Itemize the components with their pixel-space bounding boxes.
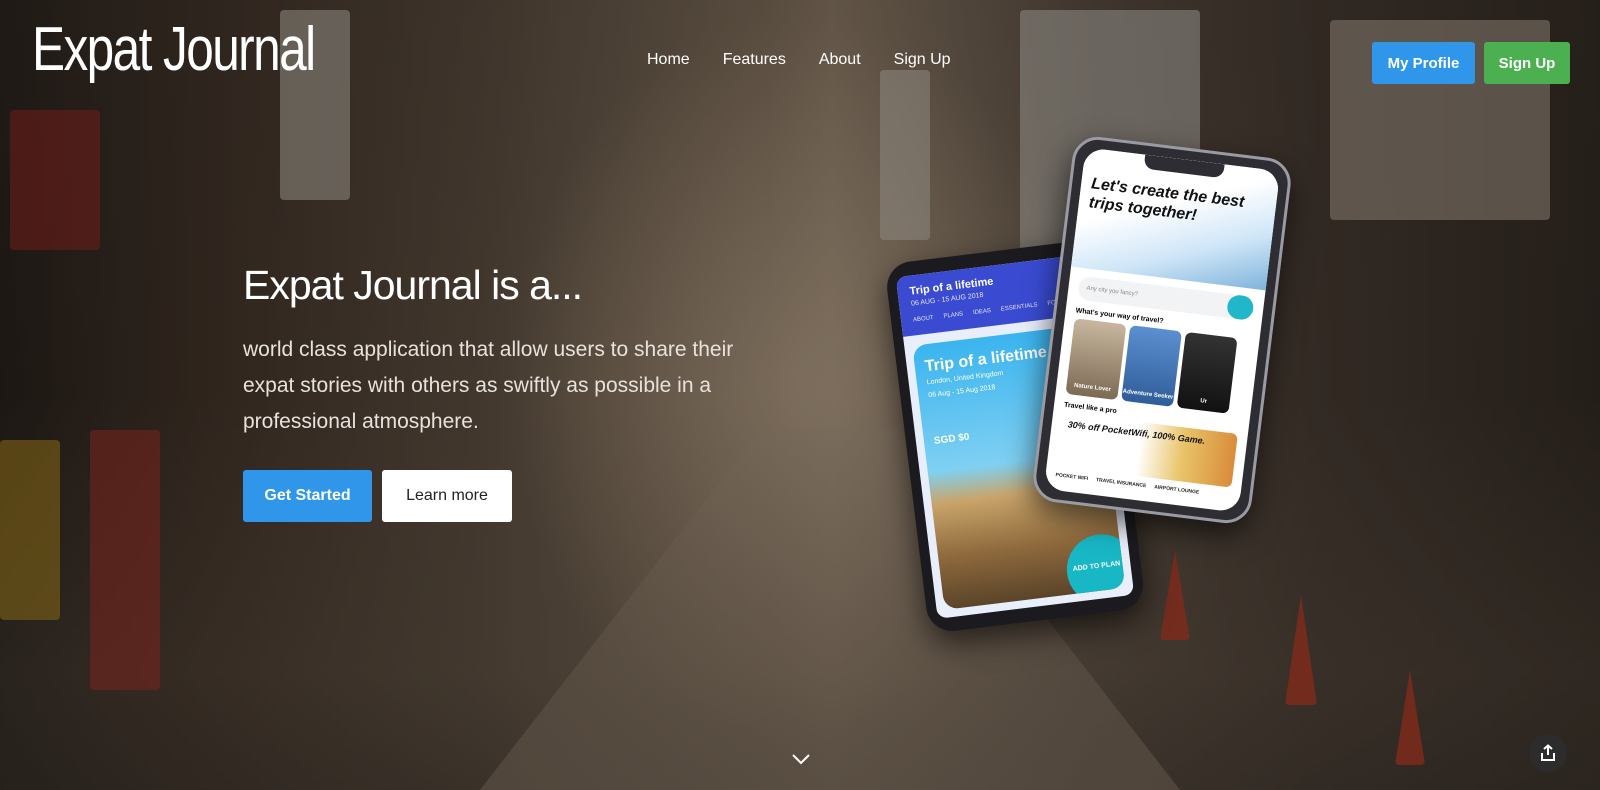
hero-description: world class application that allow users… [243, 338, 734, 433]
add-to-plan-badge: ADD TO PLAN [1062, 530, 1126, 609]
chevron-down-icon[interactable] [790, 748, 812, 770]
site-logo[interactable]: Expat Journal [32, 14, 316, 85]
learn-more-button[interactable]: Learn more [382, 470, 512, 522]
app-tile: Nature Lover [1065, 318, 1127, 401]
app-footer-item: POCKET WIFI [1055, 472, 1089, 483]
nav-sign-up[interactable]: Sign Up [894, 51, 951, 69]
nav-features[interactable]: Features [723, 51, 786, 69]
app-tab: PLANS [943, 311, 964, 320]
app-tab: ESSENTIALS [1000, 302, 1038, 313]
my-profile-button[interactable]: My Profile [1372, 42, 1475, 84]
app-footer-item: TRAVEL INSURANCE [1095, 477, 1147, 490]
nav-home[interactable]: Home [647, 51, 690, 69]
nav-about[interactable]: About [819, 51, 861, 69]
share-icon[interactable] [1529, 734, 1567, 772]
hero-title: Expat Journal is a... [243, 262, 583, 308]
app-tab: IDEAS [972, 308, 992, 317]
main-nav: Home Features About Sign Up [647, 51, 984, 69]
app-tab: ABOUT [912, 315, 935, 324]
background-overlay [0, 0, 1600, 790]
app-tile: Adventure Seeker [1121, 325, 1182, 407]
app-tile: Ur [1176, 331, 1238, 414]
phone-mockup-right: Let's create the best trips together! An… [1030, 133, 1294, 527]
get-started-button[interactable]: Get Started [243, 470, 372, 522]
app-search-button [1225, 293, 1255, 321]
app-search-placeholder: Any city you fancy? [1086, 285, 1139, 298]
phone-screen: Let's create the best trips together! An… [1043, 147, 1281, 513]
sign-up-button[interactable]: Sign Up [1484, 42, 1570, 84]
app-footer-item: AIRPORT LOUNGE [1153, 484, 1200, 496]
